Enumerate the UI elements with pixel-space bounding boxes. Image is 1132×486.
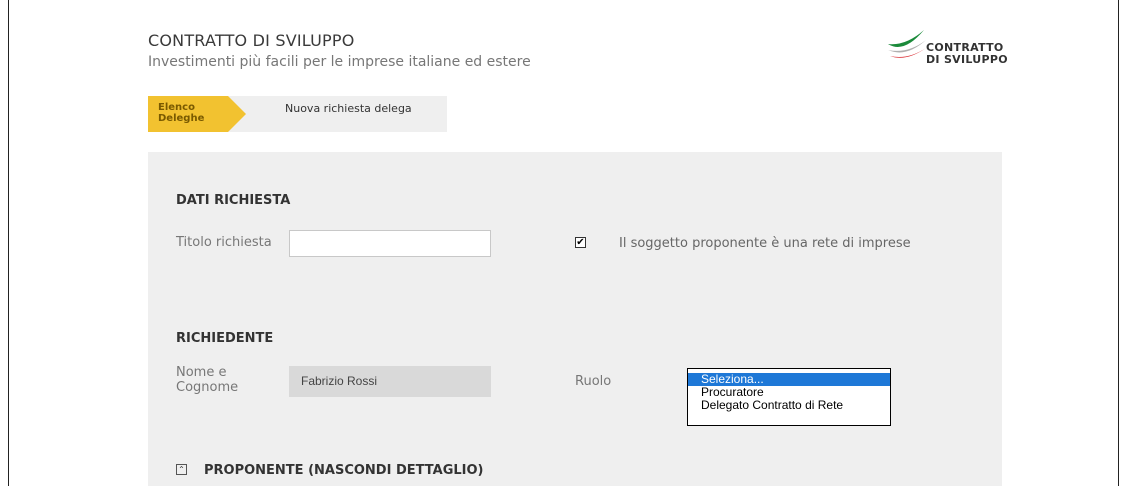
breadcrumb-elenco-line-2: Deleghe (158, 113, 205, 124)
logo-line-2: DI SVILUPPO (926, 53, 1008, 66)
nome-cognome-value: Fabrizio Rossi (289, 366, 491, 397)
collapse-icon[interactable]: ⌃ (176, 464, 187, 475)
section-proponente-toggle[interactable]: PROPONENTE (NASCONDI DETTAGLIO) (204, 463, 484, 478)
logo-swoosh-icon (888, 30, 926, 58)
app-title: CONTRATTO DI SVILUPPO (148, 31, 355, 50)
ruolo-option-delegato[interactable]: Delegato Contratto di Rete (688, 399, 890, 412)
rete-imprese-checkbox[interactable]: ✔ (575, 237, 586, 248)
ruolo-select[interactable]: Seleziona... Procuratore Delegato Contra… (687, 368, 891, 426)
titolo-richiesta-label: Titolo richiesta (176, 235, 272, 250)
breadcrumb-elenco-deleghe[interactable]: Elenco Deleghe (148, 96, 246, 132)
section-richiedente-title: RICHIEDENTE (176, 331, 274, 346)
breadcrumb-elenco-line-1: Elenco (158, 102, 195, 113)
ruolo-label: Ruolo (575, 374, 612, 389)
nome-label-line-1: Nome e (176, 365, 227, 380)
nome-cognome-label: Nome e Cognome (176, 365, 238, 395)
breadcrumb: Elenco Deleghe Nuova richiesta delega (148, 96, 447, 132)
titolo-richiesta-input[interactable] (289, 230, 491, 257)
logo-text: CONTRATTO DI SVILUPPO (926, 42, 1008, 66)
rete-imprese-label: Il soggetto proponente è una rete di imp… (619, 236, 911, 251)
app-subtitle: Investimenti più facili per le imprese i… (148, 54, 531, 70)
window-border-right (1118, 0, 1119, 486)
section-dati-richiesta-title: DATI RICHIESTA (176, 193, 291, 208)
nome-label-line-2: Cognome (176, 380, 239, 395)
window-border-left (8, 0, 9, 486)
breadcrumb-elenco-label: Elenco Deleghe (158, 102, 204, 124)
breadcrumb-nuova-richiesta: Nuova richiesta delega (285, 102, 412, 115)
